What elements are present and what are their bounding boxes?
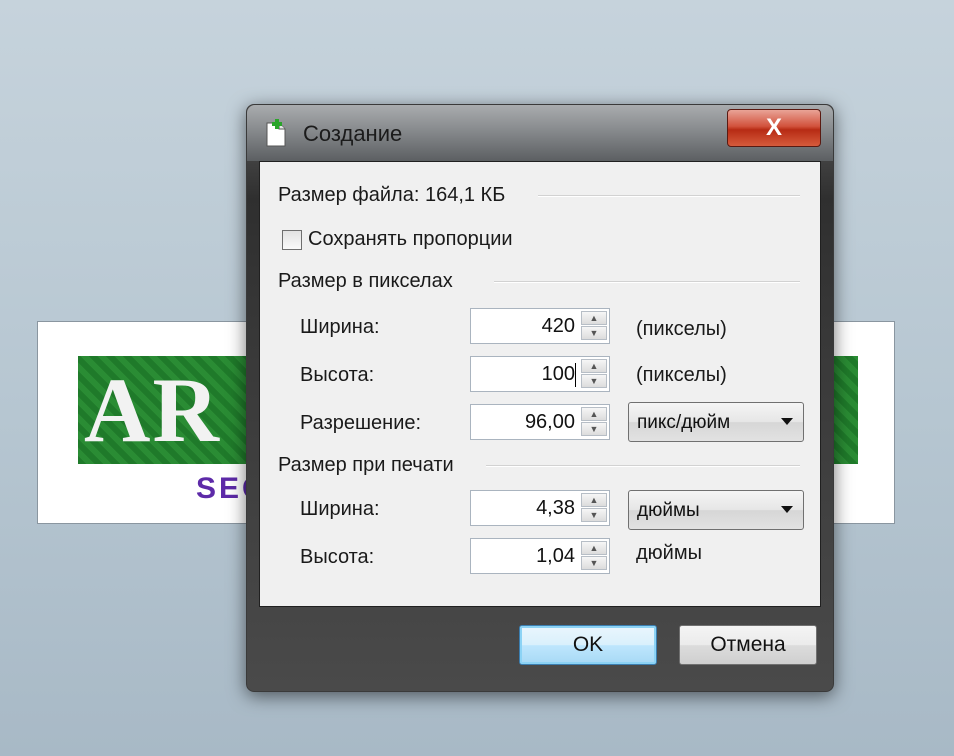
keep-proportions-label[interactable]: Сохранять пропорции — [308, 228, 513, 251]
print-size-section-title: Размер при печати — [278, 454, 454, 476]
print-width-value: 4,38 — [536, 497, 575, 519]
print-width-spinner[interactable]: ▲ ▼ — [581, 493, 607, 523]
resolution-unit-select[interactable]: пикс/дюйм — [628, 402, 804, 442]
separator — [494, 281, 800, 283]
resolution-spinner[interactable]: ▲ ▼ — [581, 407, 607, 437]
spin-up-arrow-icon[interactable]: ▲ — [581, 493, 607, 507]
resolution-label: Разрешение: — [300, 412, 422, 434]
pixel-width-value: 420 — [541, 315, 575, 337]
text-caret — [575, 363, 576, 387]
pixel-height-spinner[interactable]: ▲ ▼ — [581, 359, 607, 389]
chevron-down-icon — [781, 506, 793, 513]
print-height-value: 1,04 — [536, 545, 575, 567]
spin-down-arrow-icon[interactable]: ▼ — [581, 374, 607, 388]
spin-up-arrow-icon[interactable]: ▲ — [581, 359, 607, 373]
print-width-input[interactable]: 4,38 ▲ ▼ — [470, 490, 610, 526]
pixel-width-spinner[interactable]: ▲ ▼ — [581, 311, 607, 341]
spin-down-arrow-icon[interactable]: ▼ — [581, 326, 607, 340]
ok-button[interactable]: OK — [519, 625, 657, 665]
logo-text: AR — [84, 359, 221, 461]
separator — [538, 195, 800, 197]
title-bar[interactable]: Создание X — [247, 105, 833, 161]
resolution-value: 96,00 — [524, 411, 575, 433]
spin-up-arrow-icon[interactable]: ▲ — [581, 541, 607, 555]
resolution-unit-value: пикс/дюйм — [637, 412, 731, 433]
file-size-label: Размер файла: 164,1 КБ — [278, 184, 506, 206]
pixel-size-section-title: Размер в пикселах — [278, 270, 453, 292]
chevron-down-icon — [781, 418, 793, 425]
print-unit-select[interactable]: дюймы — [628, 490, 804, 530]
separator — [486, 465, 800, 467]
pixel-height-label: Высота: — [300, 364, 375, 386]
spin-down-arrow-icon[interactable]: ▼ — [581, 422, 607, 436]
dialog-content: Размер файла: 164,1 КБ Сохранять пропорц… — [259, 161, 821, 607]
pixel-width-unit: (пикселы) — [636, 318, 727, 340]
pixel-width-label: Ширина: — [300, 316, 380, 338]
cancel-button[interactable]: Отмена — [679, 625, 817, 665]
pixel-height-input[interactable]: 100 ▲ ▼ — [470, 356, 610, 392]
pixel-width-input[interactable]: 420 ▲ ▼ — [470, 308, 610, 344]
spin-up-arrow-icon[interactable]: ▲ — [581, 311, 607, 325]
resolution-input[interactable]: 96,00 ▲ ▼ — [470, 404, 610, 440]
close-icon: X — [765, 114, 782, 141]
spin-up-arrow-icon[interactable]: ▲ — [581, 407, 607, 421]
print-height-spinner[interactable]: ▲ ▼ — [581, 541, 607, 571]
close-button[interactable]: X — [727, 109, 821, 147]
create-dialog: Создание X Размер файла: 164,1 КБ Сохран… — [246, 104, 834, 692]
pixel-height-value: 100 — [541, 363, 575, 385]
print-height-unit: дюймы — [636, 542, 702, 564]
pixel-height-unit: (пикселы) — [636, 364, 727, 386]
dialog-title: Создание — [303, 121, 403, 146]
print-unit-value: дюймы — [637, 500, 700, 521]
keep-proportions-checkbox[interactable] — [282, 230, 302, 250]
new-document-icon — [265, 119, 287, 147]
spin-down-arrow-icon[interactable]: ▼ — [581, 508, 607, 522]
spin-down-arrow-icon[interactable]: ▼ — [581, 556, 607, 570]
print-height-input[interactable]: 1,04 ▲ ▼ — [470, 538, 610, 574]
print-height-label: Высота: — [300, 546, 375, 568]
print-width-label: Ширина: — [300, 498, 380, 520]
